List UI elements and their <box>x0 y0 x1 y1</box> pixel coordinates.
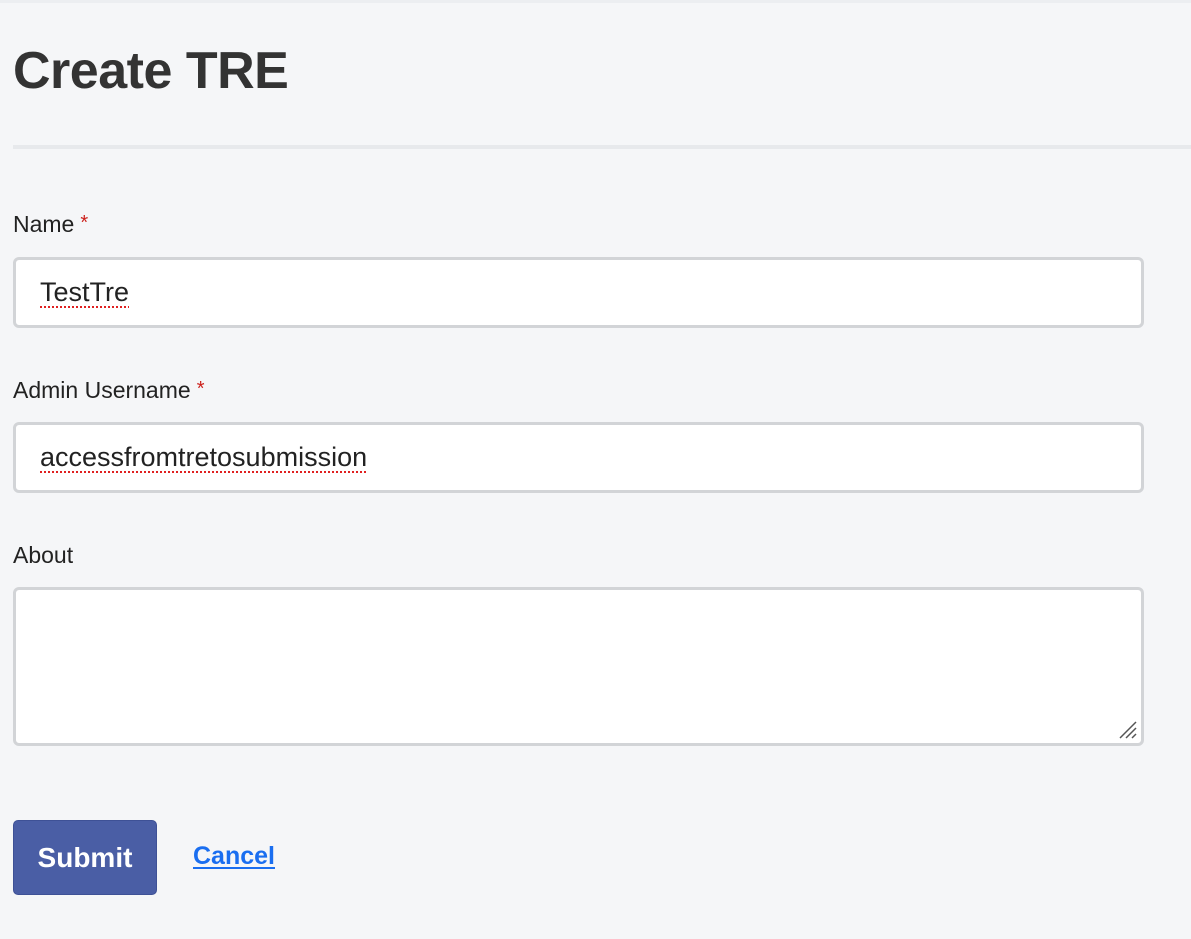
name-label: Name * <box>13 211 88 239</box>
name-input-value: TestTre <box>40 277 130 307</box>
submit-button[interactable]: Submit <box>13 820 157 895</box>
name-label-text: Name <box>13 211 75 237</box>
name-input[interactable]: TestTre <box>13 257 1144 328</box>
resize-handle-icon[interactable] <box>1116 718 1138 740</box>
admin-username-required-marker: * <box>196 378 205 400</box>
top-edge <box>0 0 1191 3</box>
admin-username-label-text: Admin Username <box>13 377 191 403</box>
about-label-text: About <box>13 542 74 568</box>
cancel-link[interactable]: Cancel <box>193 842 275 871</box>
name-required-marker: * <box>80 212 89 234</box>
about-textarea[interactable] <box>13 587 1144 746</box>
admin-username-label: Admin Username * <box>13 377 204 405</box>
title-divider <box>13 145 1191 149</box>
admin-username-input-value: accessfromtretosubmission <box>40 442 368 472</box>
about-label: About <box>13 542 73 570</box>
admin-username-input[interactable]: accessfromtretosubmission <box>13 422 1144 493</box>
page-title: Create TRE <box>13 42 289 100</box>
